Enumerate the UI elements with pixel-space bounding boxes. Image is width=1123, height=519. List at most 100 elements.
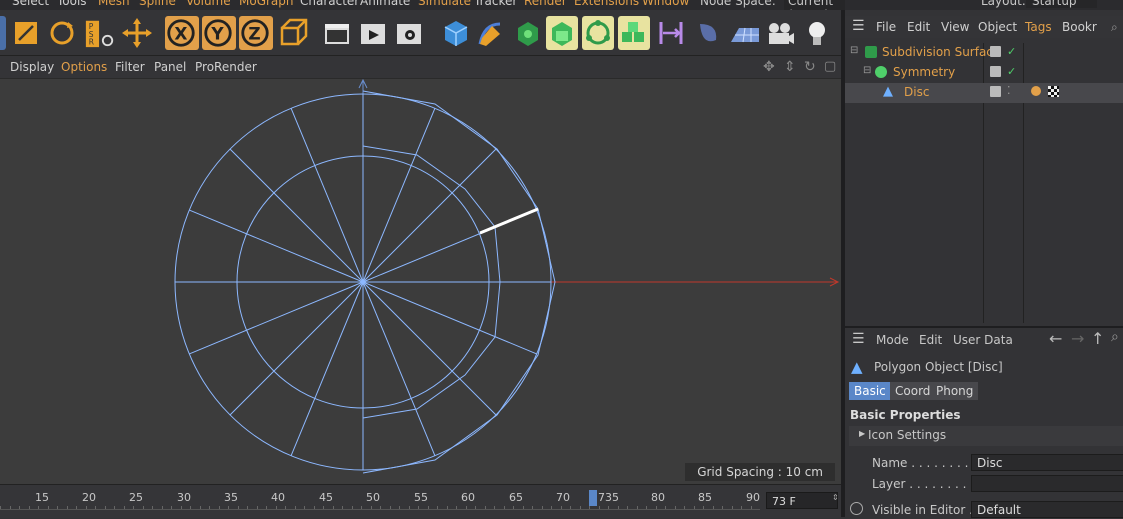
- menu-render[interactable]: Render: [524, 0, 567, 8]
- render-view-icon[interactable]: [321, 16, 353, 50]
- menu-tools[interactable]: Tools: [57, 0, 87, 8]
- cloner-icon[interactable]: [582, 16, 614, 50]
- light-icon[interactable]: [801, 16, 833, 50]
- forward-arrow-icon[interactable]: →: [1071, 329, 1084, 348]
- hamburger-menu-icon[interactable]: ☰: [852, 18, 865, 34]
- mograph-cloner-icon[interactable]: [618, 16, 650, 50]
- layout-label: Layout:: [981, 0, 1026, 8]
- om-menu-tags[interactable]: Tags: [1025, 20, 1052, 34]
- viewport-menu-filter[interactable]: Filter: [115, 60, 145, 74]
- viewport-menu-panel[interactable]: Panel: [154, 60, 186, 74]
- visibility-dots-icon[interactable]: ⁚: [1007, 84, 1011, 97]
- radial-edge: [189, 209, 364, 283]
- cube-primitive-icon[interactable]: [440, 16, 472, 50]
- layer-field[interactable]: [971, 475, 1123, 492]
- z-axis-lock-icon[interactable]: Z: [239, 16, 273, 50]
- viewport-menu-display[interactable]: Display: [10, 60, 54, 74]
- frame-stepper-icon[interactable]: ⇕: [832, 493, 839, 502]
- tab-basic[interactable]: Basic: [849, 382, 891, 400]
- om-menu-bookmarks[interactable]: Bookr: [1062, 20, 1097, 34]
- polygon-object-icon: ▲: [851, 358, 863, 376]
- collapse-toggle-icon[interactable]: ⊟: [863, 65, 871, 76]
- hamburger-menu-icon[interactable]: ☰: [852, 331, 865, 347]
- menu-mograph[interactable]: MoGraph: [239, 0, 294, 8]
- object-row-subdivision-surface[interactable]: ⊟ Subdivision Surface ✓: [845, 43, 1123, 63]
- timeline-playhead[interactable]: [589, 490, 597, 506]
- object-name[interactable]: Subdivision Surface: [882, 45, 1000, 59]
- node-space-dropdown[interactable]: Current (Standard/Physical): [784, 0, 845, 10]
- pan-view-icon[interactable]: ✥: [763, 59, 775, 75]
- material-tag-icon[interactable]: [1048, 86, 1059, 97]
- subdivision-surface-icon[interactable]: [512, 16, 544, 50]
- menu-simulate[interactable]: Simulate: [418, 0, 471, 8]
- viewport-menu-options[interactable]: Options: [61, 60, 107, 74]
- phong-tag-icon[interactable]: [1031, 86, 1041, 96]
- om-menu-object[interactable]: Object: [978, 20, 1017, 34]
- up-arrow-icon[interactable]: ↑: [1091, 329, 1104, 348]
- search-icon[interactable]: ⌕: [1111, 20, 1118, 35]
- edit-checkbox-icon[interactable]: [990, 46, 1001, 57]
- timeline-tick: 735: [598, 491, 619, 504]
- enabled-check-icon[interactable]: ✓: [1007, 45, 1016, 58]
- object-tree: ⊟ Subdivision Surface ✓ ⊟ Symmetry ✓ ▲ D…: [845, 43, 1123, 323]
- timeline[interactable]: 15 20 25 30 35 40 45 50 55 60 65 70 735 80 85 90 73 F ⇕: [0, 484, 841, 518]
- pen-spline-icon[interactable]: [474, 16, 506, 50]
- viewport-3d[interactable]: Grid Spacing : 10 cm: [0, 78, 841, 485]
- camera-icon[interactable]: [764, 16, 796, 50]
- rotate-tool-icon[interactable]: [46, 16, 78, 50]
- menu-extensions[interactable]: Extensions: [574, 0, 639, 8]
- y-axis-lock-icon[interactable]: Y: [202, 16, 236, 50]
- radio-icon[interactable]: [850, 502, 863, 515]
- om-menu-file[interactable]: File: [876, 20, 896, 34]
- menu-volume[interactable]: Volume: [186, 0, 231, 8]
- radial-edge: [189, 281, 364, 355]
- viewport-menu-prorender[interactable]: ProRender: [195, 60, 257, 74]
- om-menu-view[interactable]: View: [941, 20, 969, 34]
- menu-window[interactable]: Window: [642, 0, 689, 8]
- om-menu-edit[interactable]: Edit: [907, 20, 930, 34]
- deformer-bend-icon[interactable]: [655, 16, 687, 50]
- edit-checkbox-icon[interactable]: [990, 66, 1001, 77]
- name-field[interactable]: Disc: [971, 454, 1123, 471]
- menu-mesh[interactable]: Mesh: [98, 0, 130, 8]
- selection-tool-icon[interactable]: [0, 16, 6, 50]
- menu-tracker[interactable]: Tracker: [474, 0, 517, 8]
- visible-in-editor-dropdown[interactable]: Default: [971, 501, 1123, 518]
- field-icon[interactable]: [692, 16, 724, 50]
- object-row-symmetry[interactable]: ⊟ Symmetry ✓: [845, 63, 1123, 83]
- move-view-icon[interactable]: ⇕: [784, 59, 796, 75]
- object-name[interactable]: Symmetry: [893, 65, 955, 79]
- current-frame-field[interactable]: 73 F: [766, 492, 838, 509]
- x-axis-lock-icon[interactable]: X: [165, 16, 199, 50]
- scale-tool-icon[interactable]: [11, 16, 43, 50]
- menu-spline[interactable]: Spline: [139, 0, 176, 8]
- back-arrow-icon[interactable]: ←: [1049, 329, 1062, 348]
- am-menu-user-data[interactable]: User Data: [953, 333, 1013, 347]
- coordinate-system-icon[interactable]: [278, 16, 310, 50]
- edit-checkbox-icon[interactable]: [990, 86, 1001, 97]
- menu-select[interactable]: Select: [12, 0, 49, 8]
- psr-tool-icon[interactable]: PSR: [84, 16, 118, 50]
- tab-phong[interactable]: Phong: [931, 382, 979, 400]
- grid-spacing-label: Grid Spacing : 10 cm: [685, 463, 835, 481]
- timeline-tick: 20: [82, 491, 96, 504]
- render-settings-icon[interactable]: [393, 16, 425, 50]
- expand-triangle-icon[interactable]: ▶: [859, 429, 865, 438]
- object-name[interactable]: Disc: [904, 85, 929, 99]
- enabled-check-icon[interactable]: ✓: [1007, 65, 1016, 78]
- menu-character[interactable]: Character: [300, 0, 359, 8]
- menu-animate[interactable]: Animate: [360, 0, 410, 8]
- am-menu-mode[interactable]: Mode: [876, 333, 909, 347]
- render-picture-viewer-icon[interactable]: [357, 16, 389, 50]
- move-tool-icon[interactable]: [121, 16, 153, 50]
- object-row-disc[interactable]: ▲ Disc ⁚: [845, 83, 1123, 103]
- collapse-toggle-icon[interactable]: ⊟: [850, 45, 858, 56]
- layout-dropdown[interactable]: Startup: [1026, 0, 1097, 8]
- am-menu-edit[interactable]: Edit: [919, 333, 942, 347]
- icon-settings-group[interactable]: ▶ Icon Settings: [849, 426, 1123, 446]
- rotate-view-icon[interactable]: ↻: [804, 59, 816, 75]
- extrude-generator-icon[interactable]: [546, 16, 578, 50]
- floor-icon[interactable]: [729, 16, 761, 50]
- maximize-view-icon[interactable]: ▢: [824, 59, 836, 74]
- search-icon[interactable]: ⌕: [1111, 329, 1119, 345]
